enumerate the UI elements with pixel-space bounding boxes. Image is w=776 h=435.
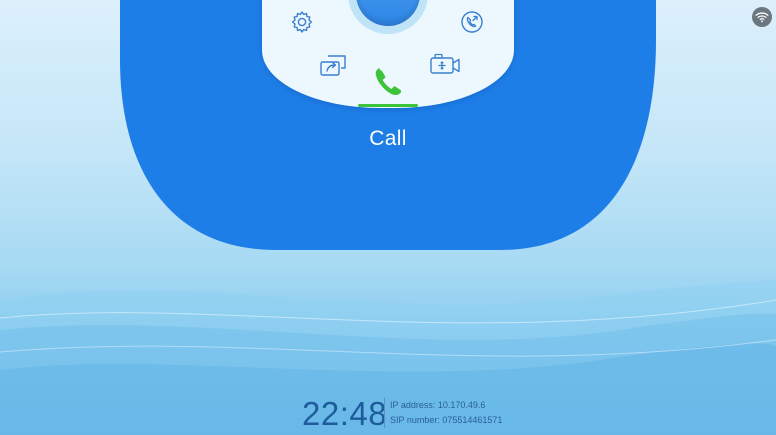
sip-number-text: SIP number: 075514461571 <box>390 415 503 425</box>
wifi-icon <box>755 12 769 23</box>
settings-button[interactable] <box>288 8 316 36</box>
video-camera-icon <box>430 53 460 74</box>
call-history-button[interactable] <box>458 8 486 36</box>
screen-share-icon <box>320 55 346 76</box>
call-button[interactable] <box>366 62 410 102</box>
screen-share-button[interactable] <box>316 52 350 80</box>
gear-icon <box>291 11 313 33</box>
ip-address-text: IP address: 10.170.49.6 <box>390 400 486 410</box>
phone-icon <box>375 68 402 96</box>
video-camera-button[interactable] <box>428 50 462 78</box>
active-mode-label: Call <box>369 127 407 150</box>
active-mode-indicator <box>358 104 418 107</box>
network-info: IP address: 10.170.49.6 SIP number: 0755… <box>384 398 502 428</box>
clock-time: 22:48 <box>302 395 388 432</box>
wifi-status <box>752 7 772 27</box>
call-history-icon <box>461 11 483 33</box>
